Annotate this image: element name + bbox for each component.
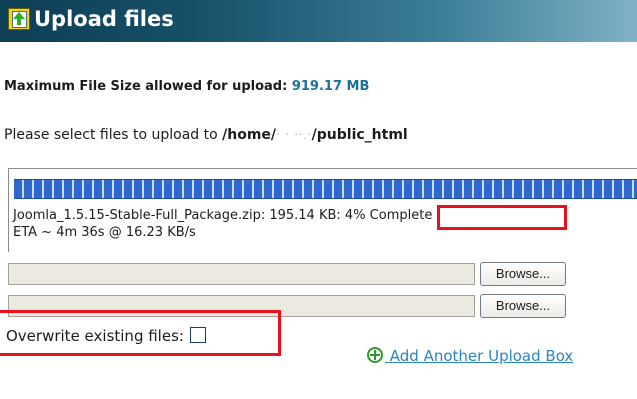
file-path-field-1[interactable] <box>8 263 475 285</box>
upload-progress-bar <box>14 179 637 199</box>
upload-eta: ETA ~ 4m 36s @ 16.23 KB/s <box>13 225 196 240</box>
destination-path-redacted: · · ··.· <box>276 127 312 143</box>
destination-path: /home/· · ··.·/public_html <box>222 127 408 143</box>
destination-prompt: Please select files to upload to <box>4 127 218 143</box>
max-file-size-label: Maximum File Size allowed for upload: <box>4 79 288 94</box>
overwrite-highlight <box>0 310 281 356</box>
percent-complete-highlight <box>437 205 567 230</box>
max-file-size-value: 919.17 MB <box>291 79 370 94</box>
upload-destination: Please select files to upload to /home/·… <box>4 127 408 143</box>
upload-file-icon <box>8 8 30 30</box>
upload-files-page: Upload files Maximum File Size allowed f… <box>0 0 637 399</box>
browse-button-2[interactable]: Browse... <box>480 294 566 318</box>
upload-progress-info: Joomla_1.5.15-Stable-Full_Package.zip: 1… <box>13 207 432 241</box>
add-upload-box-label: Add Another Upload Box <box>389 347 574 365</box>
title-bar: Upload files <box>0 0 637 42</box>
page-title: Upload files <box>34 7 174 31</box>
browse-button-1[interactable]: Browse... <box>480 262 566 286</box>
add-circle-icon <box>367 347 383 363</box>
destination-path-end: /public_html <box>311 127 408 143</box>
file-upload-row-1: Browse... <box>8 262 568 288</box>
destination-path-start: /home/ <box>222 127 277 143</box>
upload-percent-complete: 4% Complete <box>344 208 433 223</box>
add-upload-box-link[interactable]: Add Another Upload Box <box>367 347 573 365</box>
max-file-size: Maximum File Size allowed for upload: 91… <box>4 79 369 94</box>
upload-file-name-size: Joomla_1.5.15-Stable-Full_Package.zip: 1… <box>13 208 341 223</box>
